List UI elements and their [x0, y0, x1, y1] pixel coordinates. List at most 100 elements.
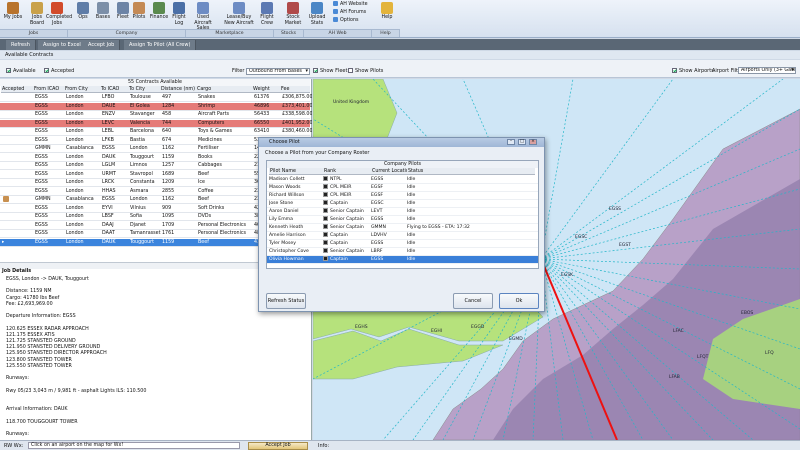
column-header-fee[interactable]: Fee: [280, 86, 310, 93]
refresh-status-button[interactable]: Refresh Status: [266, 293, 306, 309]
ribbon-button-stock-market[interactable]: Stock Market: [282, 1, 304, 29]
pilot-column-pilot-name[interactable]: Pilot Name: [269, 168, 323, 175]
show-airports-checkbox[interactable]: Show Airports: [672, 68, 714, 75]
ribbon-button-upload-stats[interactable]: Upload Stats: [306, 1, 328, 29]
ribbon-button-completed-jobs[interactable]: Completed Jobs: [46, 1, 72, 29]
pilot-row[interactable]: Olivia Howman Captain EGSS Idle: [267, 256, 538, 264]
ok-button[interactable]: Ok: [499, 293, 539, 309]
pilot-row[interactable]: Aaron Daniel Senior Captain LEVT Idle: [267, 208, 538, 216]
pilot-row[interactable]: Lily Emma Senior Captain EGSS Idle: [267, 216, 538, 224]
table-row[interactable]: EGSS London DAUE El Golea 1284 Shrimp 46896 £37…: [0, 102, 312, 111]
pilot-row[interactable]: Richard Willson CPL MEIR EGSF Idle: [267, 192, 538, 200]
cell-from-city: London: [66, 120, 84, 126]
ribbon-group-help: Help: [372, 29, 400, 37]
column-header-weight[interactable]: Weight: [252, 86, 280, 93]
table-row[interactable]: EGSS London ENZV Stavanger 458 Aircraft Parts…: [0, 111, 312, 119]
ribbon-button-help[interactable]: Help: [376, 1, 398, 29]
ribbon-button-label: Help: [381, 15, 393, 20]
ribbon-button-finance[interactable]: Finance: [148, 1, 170, 29]
table-row[interactable]: EGSS London LEVC Valencia 744 Computers 66550 £…: [0, 119, 312, 128]
ribbon-button-jobs-board[interactable]: Jobs Board: [26, 1, 48, 29]
link-icon: [333, 9, 338, 14]
pilot-rank: CPL MEIR: [330, 193, 352, 198]
accept-job-button[interactable]: Accept Job: [248, 442, 308, 450]
cell-from: EGSS: [35, 171, 48, 177]
pilot-row[interactable]: Christopher Cove Senior Captain LBRF Idle: [267, 248, 538, 256]
pilot-name: Madison Collett: [269, 177, 305, 182]
pilot-row[interactable]: Tyler Mosey Captain EGSS Idle: [267, 240, 538, 248]
rank-insignia-icon: [323, 248, 328, 253]
pilot-row[interactable]: Jose Stone Captain EGSC Idle: [267, 200, 538, 208]
web-link-ah-forums[interactable]: AH Forums: [333, 9, 366, 16]
cell-from: EGSS: [35, 95, 48, 100]
map-label-eghs[interactable]: EGHS: [355, 325, 368, 330]
map-label-egst[interactable]: EGST: [619, 243, 631, 248]
pilots-table: Company Pilots Pilot Name Rank Current Loc…: [266, 160, 539, 269]
pilot-row[interactable]: Kenneth Heath Senior Captain GMMN Flying to…: [267, 224, 538, 232]
column-header-from-icao[interactable]: From ICAO: [33, 86, 64, 93]
tab-accept-job[interactable]: Accept Job: [83, 40, 121, 50]
pilot-column-rank[interactable]: Rank: [323, 168, 371, 175]
tab-assign-to-excel[interactable]: Assign to Excel: [38, 40, 87, 50]
map-label-egsk[interactable]: EGSK: [561, 273, 573, 278]
column-header-cargo[interactable]: Cargo: [196, 86, 252, 93]
cancel-button[interactable]: Cancel: [453, 293, 493, 309]
job-detail-line: 125.950 STANSTED DIRECTOR APPROACH: [6, 351, 107, 357]
ribbon-button-flight-crew[interactable]: Flight Crew: [256, 1, 278, 29]
map-label-eghi[interactable]: EGHI: [431, 329, 442, 334]
map-label-lfac[interactable]: LFAC: [673, 329, 684, 334]
cell-from-city: Casablanca: [66, 146, 94, 151]
cell-to: ENZV: [102, 112, 116, 117]
ribbon-button-my-jobs[interactable]: My Jobs: [2, 1, 24, 29]
column-header-from-city[interactable]: From City: [64, 86, 100, 93]
table-row[interactable]: EGSS London LEBL Barcelona 640 Toys & Games 63…: [0, 128, 312, 136]
cell-from: EGSS: [35, 103, 48, 109]
map-label-lfab[interactable]: LFAB: [669, 375, 680, 380]
map-label-egmd[interactable]: EGMD: [509, 337, 523, 342]
map-label-ebos[interactable]: EBOS: [741, 311, 753, 316]
pilot-column-current-location[interactable]: Current Location: [371, 168, 407, 175]
maximize-icon[interactable]: □: [518, 139, 526, 145]
map-label-lfq[interactable]: LFQ: [765, 351, 774, 356]
show-airports-label: Show Airports: [679, 68, 714, 74]
column-header-distance-nm-[interactable]: Distance (nm): [160, 86, 196, 93]
web-link-options[interactable]: Options: [333, 17, 359, 24]
show-pilots-checkbox[interactable]: Show Pilots: [348, 68, 383, 75]
map-label-eggd[interactable]: EGGD: [471, 325, 484, 330]
map-label-lfqt[interactable]: LFQT: [697, 355, 708, 360]
pilot-row[interactable]: Amelie Harrison Captain LDVHV Idle: [267, 232, 538, 240]
pilot-row[interactable]: Madison Collett NTPL EGSS Idle: [267, 176, 538, 184]
pilot-row[interactable]: Mason Woods CPL MEIR EGSF Idle: [267, 184, 538, 192]
pilot-rank-cell: CPL MEIR: [323, 184, 371, 192]
available-checkbox[interactable]: Available: [6, 68, 36, 75]
pilot-status: Idle: [407, 233, 416, 238]
ribbon-button-lease-buy-new-aircraft[interactable]: Lease/Buy New Aircraft: [224, 1, 254, 29]
accepted-checkbox[interactable]: Accepted: [44, 68, 74, 75]
pilot-column-status[interactable]: Status: [407, 168, 535, 175]
tab-assign-to-pilot[interactable]: Assign To Pilot (All Crew): [124, 40, 197, 50]
ribbon-button-used-aircraft-sales[interactable]: Used Aircraft Sales: [192, 1, 214, 31]
pilot-name: Aaron Daniel: [269, 209, 299, 214]
cell-to-city: Sofia: [130, 214, 142, 219]
filter-select[interactable]: Outbound From Bases: [246, 68, 310, 75]
tab-refresh[interactable]: Refresh: [6, 40, 36, 50]
column-header-to-city[interactable]: To City: [128, 86, 160, 93]
minimize-icon[interactable]: –: [507, 139, 515, 145]
map-label-egsc[interactable]: EGSC: [575, 235, 587, 240]
pilot-location: EGSS: [371, 241, 384, 246]
map-label-egss[interactable]: EGSS: [609, 207, 621, 212]
airport-filter-select[interactable]: Airports Only (3+ Gates): [738, 67, 796, 74]
ribbon-button-ops[interactable]: Ops: [72, 1, 94, 29]
ribbon-button-pilots[interactable]: Pilots: [128, 1, 150, 29]
show-fleet-checkbox[interactable]: Show Fleet: [313, 68, 347, 75]
ribbon-button-label: Bases: [95, 15, 111, 20]
ribbon-button-flight-log[interactable]: Flight Log: [168, 1, 190, 29]
column-header-to-icao[interactable]: To ICAO: [100, 86, 128, 93]
table-row[interactable]: EGSS London LFBO Toulouse 497 Snakes 61376 £306…: [0, 94, 312, 102]
web-link-ah-website[interactable]: AH Website: [333, 1, 368, 8]
job-detail-line: Arrival Information: DAUK: [6, 407, 68, 413]
column-header-accepted[interactable]: Accepted: [1, 86, 33, 93]
close-icon[interactable]: ×: [529, 139, 537, 145]
ribbon-button-label: Pilots: [132, 15, 146, 20]
ribbon-button-bases[interactable]: Bases: [92, 1, 114, 29]
